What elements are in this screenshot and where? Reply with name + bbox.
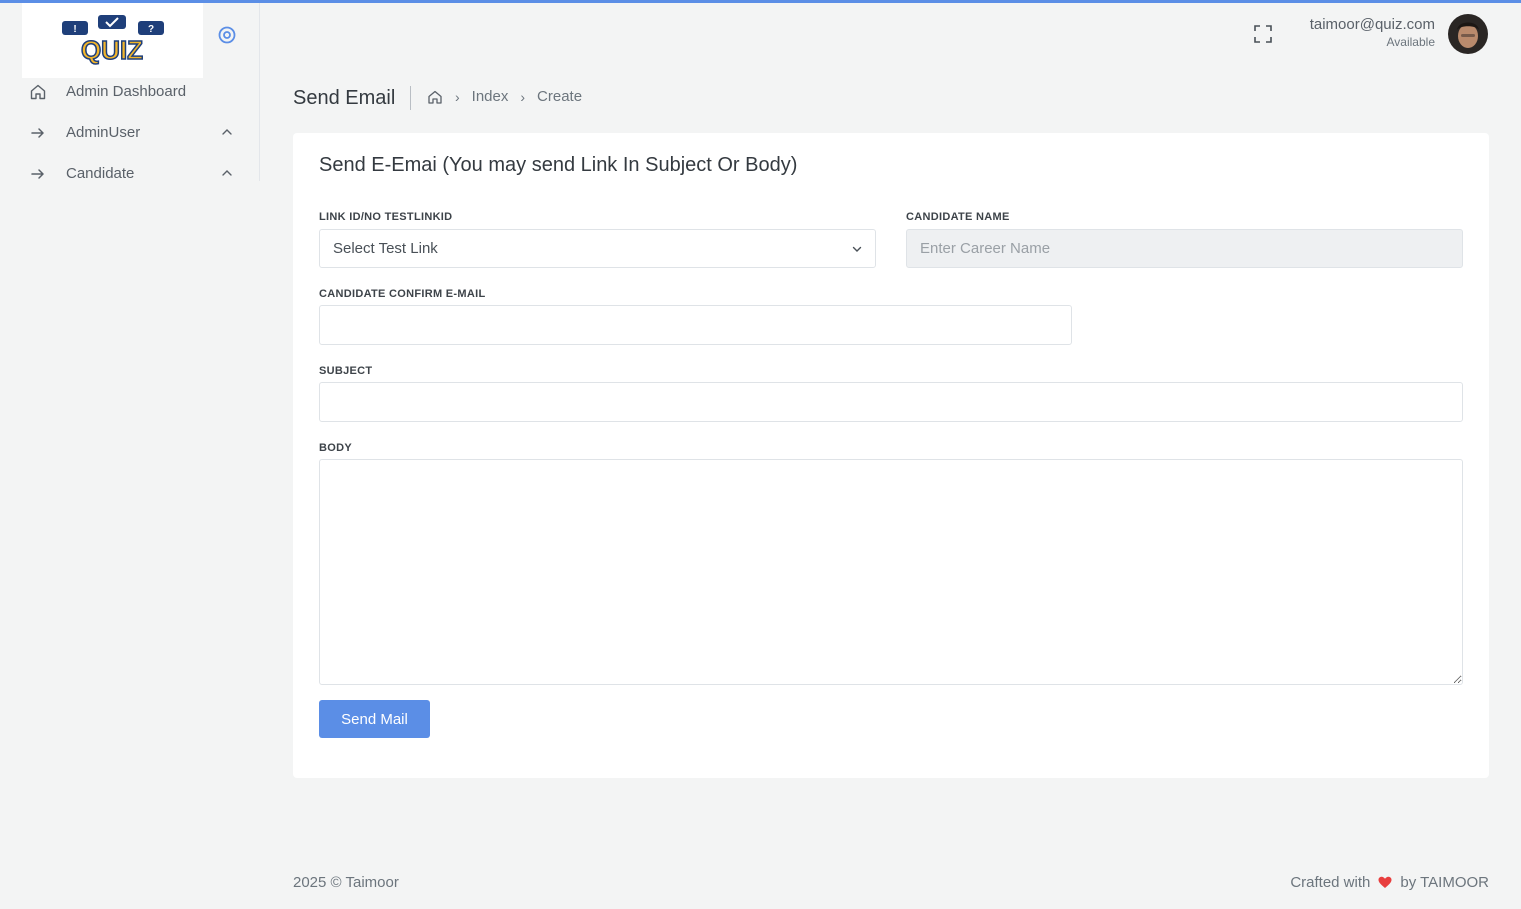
user-status: Available [1386,35,1435,49]
candidate-name-input [906,229,1463,268]
breadcrumb-separator: › [455,88,460,105]
subject-label: SUBJECT [319,365,373,377]
form-title: Send E-Emai (You may send Link In Subjec… [319,154,798,176]
logo-box[interactable]: ! ? QUIZ [22,3,203,78]
fullscreen-icon[interactable] [1254,25,1272,43]
title-divider [410,86,411,110]
user-email[interactable]: taimoor@quiz.com [1310,16,1435,33]
footer-copyright: 2025 © Taimoor [293,874,399,891]
home-icon[interactable] [427,89,443,105]
chevron-up-icon[interactable] [220,166,234,180]
quiz-logo: ! ? QUIZ [62,15,164,65]
footer-crafted-suffix: by TAIMOOR [1400,874,1489,891]
body-textarea[interactable] [319,459,1463,685]
svg-text:QUIZ: QUIZ [81,35,143,65]
svg-text:?: ? [148,24,154,35]
breadcrumb-separator: › [520,88,526,105]
candidate-name-label: CANDIDATE NAME [906,211,1010,223]
subject-input[interactable] [319,382,1463,422]
page-title: Send Email [293,87,396,109]
sidebar-item-admin-dashboard[interactable]: Admin Dashboard [22,71,252,112]
body-label: BODY [319,442,352,454]
heart-icon [1378,876,1392,888]
sidebar-nav: Admin Dashboard AdminUser Candidate [22,71,252,194]
send-mail-button[interactable]: Send Mail [319,700,430,738]
link-id-label: LINK ID/NO TESTLINKID [319,211,453,223]
test-link-select[interactable]: Select Test Link [319,229,876,268]
sidebar-item-label: AdminUser [66,124,141,141]
arrow-right-icon [28,123,48,143]
home-icon [28,82,48,102]
chevron-down-icon [852,246,862,252]
test-link-selected-value: Select Test Link [333,240,438,257]
footer-crafted-prefix: Crafted with [1290,874,1371,891]
confirm-email-input[interactable] [319,305,1072,345]
sidebar-item-label: Admin Dashboard [66,83,187,100]
sidebar-toggle-icon[interactable] [217,25,237,45]
send-email-card: Send E-Emai (You may send Link In Subjec… [293,133,1489,778]
confirm-email-label: CANDIDATE CONFIRM E-MAIL [319,288,486,300]
breadcrumb-create: Create [537,88,583,105]
sidebar-item-adminuser[interactable]: AdminUser [22,112,252,153]
footer-credit: Crafted with by TAIMOOR [1290,874,1489,891]
breadcrumb-index[interactable]: Index [472,88,509,105]
breadcrumb: › Index › Create [427,88,582,105]
svg-text:!: ! [73,24,76,35]
avatar[interactable] [1448,14,1488,54]
sidebar-item-label: Candidate [66,165,135,182]
sidebar: ! ? QUIZ Admin Dashboard AdminUser Candi… [0,3,260,182]
chevron-up-icon[interactable] [220,125,234,139]
arrow-right-icon [28,164,48,184]
sidebar-item-candidate[interactable]: Candidate [22,153,252,194]
